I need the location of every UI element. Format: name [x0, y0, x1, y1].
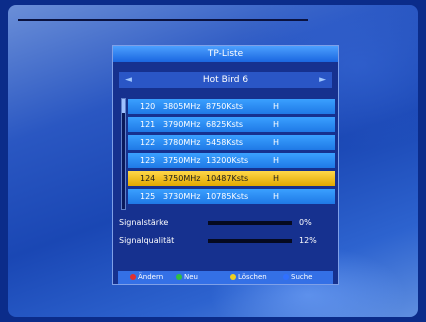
tp-frequency: 3750MHz — [163, 174, 201, 183]
signal-quality-value: 12% — [299, 236, 317, 245]
tp-symbolrate: 10487Ksts — [206, 174, 249, 183]
tp-polarization: H — [273, 102, 280, 111]
transponder-row[interactable]: 121 3790MHz 6825Ksts H — [128, 117, 335, 132]
transponder-row[interactable]: 120 3805MHz 8750Ksts H — [128, 99, 335, 114]
tp-symbolrate: 8750Ksts — [206, 102, 244, 111]
yellow-dot-icon — [230, 274, 236, 280]
red-key-button[interactable]: Ändern — [130, 271, 163, 284]
tp-symbolrate: 10785Ksts — [206, 192, 249, 201]
signal-quality-label: Signalqualität — [119, 236, 175, 245]
tp-symbolrate: 5458Ksts — [206, 138, 244, 147]
tp-frequency: 3790MHz — [163, 120, 201, 129]
transponder-row[interactable]: 125 3730MHz 10785Ksts H — [128, 189, 335, 204]
panel-title: TP-Liste — [113, 46, 338, 62]
red-dot-icon — [130, 274, 136, 280]
tp-frequency: 3805MHz — [163, 102, 201, 111]
satellite-selector[interactable]: ◄ Hot Bird 6 ► — [119, 72, 332, 88]
transponder-row[interactable]: 122 3780MHz 5458Ksts H — [128, 135, 335, 150]
top-divider — [18, 19, 308, 21]
tp-list-panel: TP-Liste ◄ Hot Bird 6 ► 120 3805MHz 8750… — [112, 45, 339, 285]
transponder-row[interactable]: 124 3750MHz 10487Ksts H — [128, 171, 335, 186]
yellow-key-button[interactable]: Löschen — [230, 271, 267, 284]
green-dot-icon — [176, 274, 182, 280]
red-key-label: Ändern — [138, 273, 164, 281]
tp-frequency: 3780MHz — [163, 138, 201, 147]
green-key-button[interactable]: Neu — [176, 271, 198, 284]
blue-key-label: Suche — [291, 273, 313, 281]
satellite-name: Hot Bird 6 — [202, 75, 249, 85]
signal-strength-label: Signalstärke — [119, 218, 169, 227]
tp-polarization: H — [273, 120, 280, 129]
scrollbar-thumb[interactable] — [122, 99, 125, 113]
tp-polarization: H — [273, 192, 280, 201]
tp-polarization: H — [273, 174, 280, 183]
function-key-bar: Ändern Neu Löschen Suche — [118, 271, 333, 284]
tp-frequency: 3750MHz — [163, 156, 201, 165]
tp-frequency: 3730MHz — [163, 192, 201, 201]
tp-symbolrate: 6825Ksts — [206, 120, 244, 129]
tp-number: 125 — [140, 192, 156, 201]
tp-polarization: H — [273, 138, 280, 147]
yellow-key-label: Löschen — [238, 273, 267, 281]
blue-key-button[interactable]: Suche — [283, 271, 312, 284]
transponder-list: 120 3805MHz 8750Ksts H 121 3790MHz 6825K… — [128, 99, 335, 207]
tp-symbolrate: 13200Ksts — [206, 156, 249, 165]
scrollbar[interactable] — [121, 98, 126, 210]
tp-number: 124 — [140, 174, 156, 183]
blue-dot-icon — [283, 274, 289, 280]
tp-number: 123 — [140, 156, 156, 165]
tp-number: 121 — [140, 120, 156, 129]
tp-polarization: H — [273, 156, 280, 165]
transponder-row[interactable]: 123 3750MHz 13200Ksts H — [128, 153, 335, 168]
signal-strength-value: 0% — [299, 218, 312, 227]
signal-quality-bar — [208, 239, 292, 243]
right-arrow-icon[interactable]: ► — [319, 72, 326, 88]
tp-number: 120 — [140, 102, 156, 111]
left-arrow-icon[interactable]: ◄ — [125, 72, 132, 88]
tp-number: 122 — [140, 138, 156, 147]
signal-strength-bar — [208, 221, 292, 225]
green-key-label: Neu — [184, 273, 198, 281]
tv-screen: TP-Liste ◄ Hot Bird 6 ► 120 3805MHz 8750… — [8, 5, 418, 317]
